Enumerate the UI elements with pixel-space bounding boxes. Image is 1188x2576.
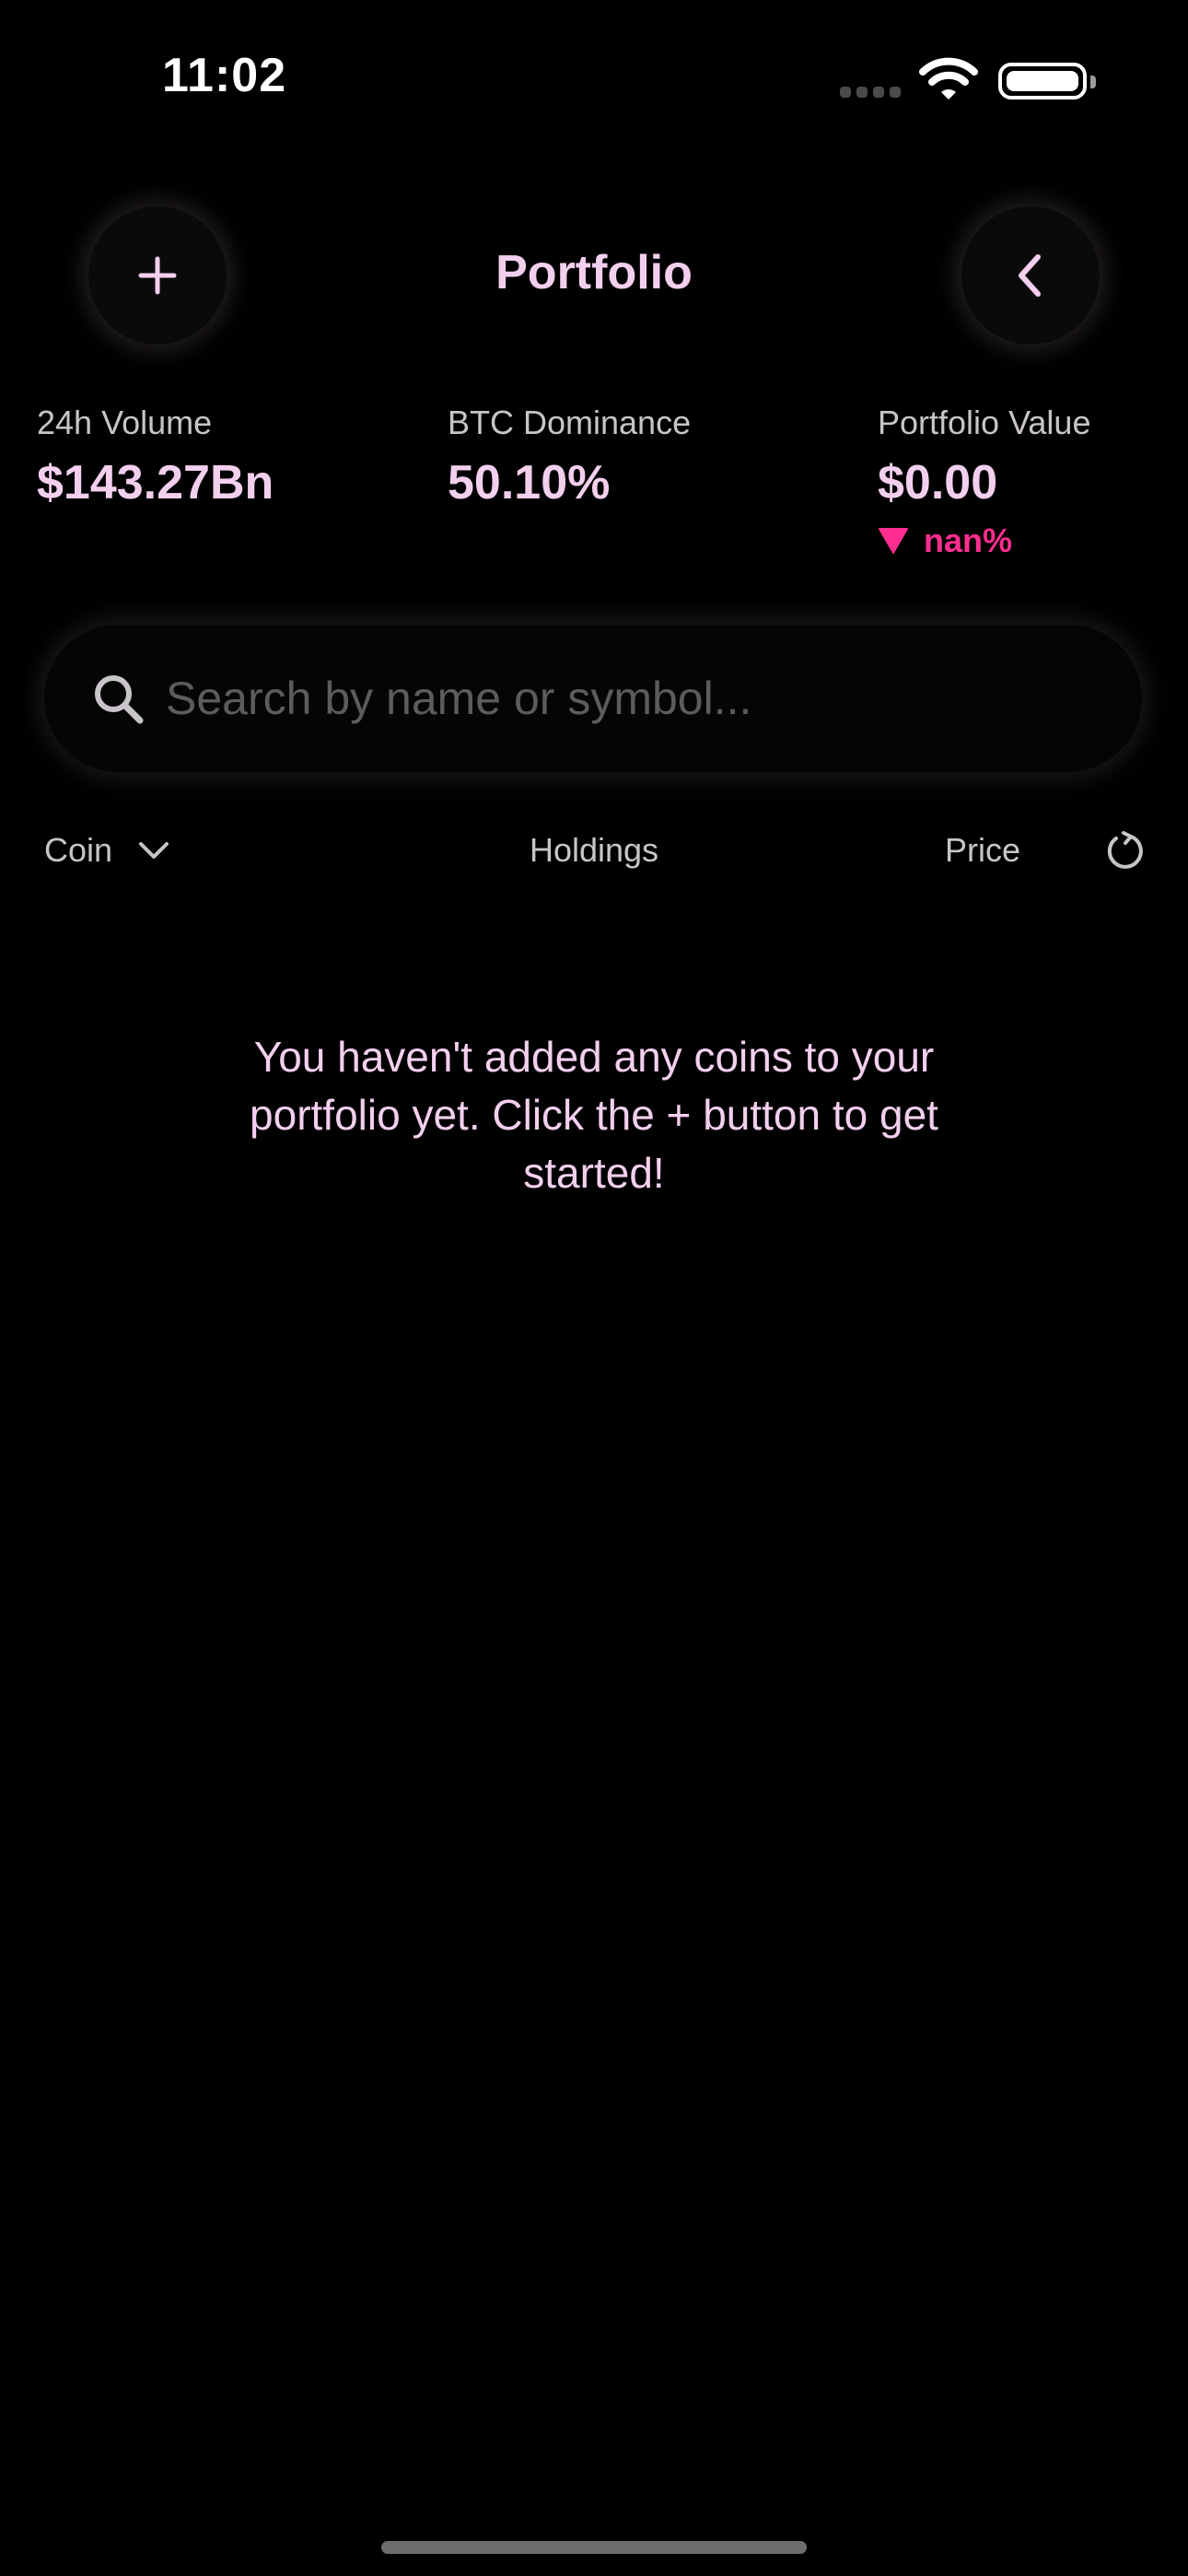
wifi-icon <box>919 55 978 101</box>
battery-icon <box>998 63 1096 100</box>
stat-value-portfolio-value: $0.00 <box>878 456 998 509</box>
reload-button[interactable] <box>1103 829 1147 873</box>
portfolio-change: nan% <box>878 521 1012 560</box>
cellular-signal-icon <box>840 87 904 100</box>
search-bar[interactable] <box>44 625 1142 772</box>
status-time: 11:02 <box>162 49 287 102</box>
stat-value-btc-dominance: 50.10% <box>448 456 611 509</box>
chevron-left-icon <box>1019 254 1041 297</box>
reload-icon <box>1107 831 1143 869</box>
stat-value-volume: $143.27Bn <box>37 456 274 509</box>
stat-label-volume: 24h Volume <box>37 404 213 441</box>
portfolio-change-value: nan% <box>924 521 1013 559</box>
triangle-down-icon <box>879 528 908 554</box>
price-column-header[interactable]: Price <box>945 831 1020 870</box>
search-icon <box>95 675 144 724</box>
stat-label-btc-dominance: BTC Dominance <box>448 404 692 441</box>
empty-state-message: You haven't added any coins to your port… <box>250 1033 938 1197</box>
home-indicator[interactable] <box>381 2541 807 2554</box>
search-input[interactable] <box>164 661 1142 736</box>
back-button[interactable] <box>961 206 1100 345</box>
stat-label-portfolio-value: Portfolio Value <box>878 404 1091 441</box>
